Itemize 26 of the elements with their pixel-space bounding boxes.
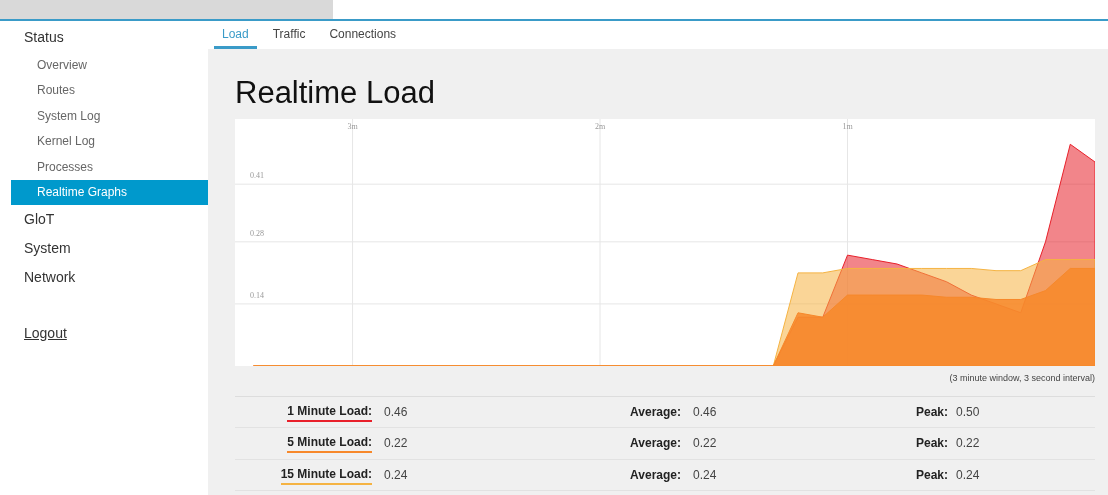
load-value: 0.24 [384,466,408,484]
y-tick-label: 0.14 [250,291,264,300]
load-value: 0.46 [384,403,408,421]
average-label: Average: [630,466,681,484]
load-label: 1 Minute Load: [287,401,372,422]
load-label: 15 Minute Load: [280,464,372,485]
x-tick-label: 2m [594,123,606,131]
x-tick-label: 1m [842,123,853,131]
load-label: 5 Minute Load: [287,433,372,454]
average-label: Average: [630,435,681,453]
average-value: 0.46 [693,403,717,421]
peak-value: 0.22 [955,435,980,453]
peak-value: 0.24 [955,466,980,484]
x-tick-label: 3m [347,123,358,131]
page-title: Realtime Load [235,75,436,111]
average-label: Average: [630,403,681,421]
average-value: 0.24 [693,466,717,484]
peak-label: Peak: [915,466,948,484]
average-value: 0.22 [693,435,717,453]
y-tick-label: 0.28 [250,229,264,238]
peak-label: Peak: [915,435,948,453]
peak-value: 0.50 [955,403,980,421]
peak-label: Peak: [915,403,948,421]
y-tick-label: 0.41 [250,172,264,181]
load-value: 0.22 [384,435,408,453]
chart-caption: (3 minute window, 3 second interval) [949,372,1095,385]
